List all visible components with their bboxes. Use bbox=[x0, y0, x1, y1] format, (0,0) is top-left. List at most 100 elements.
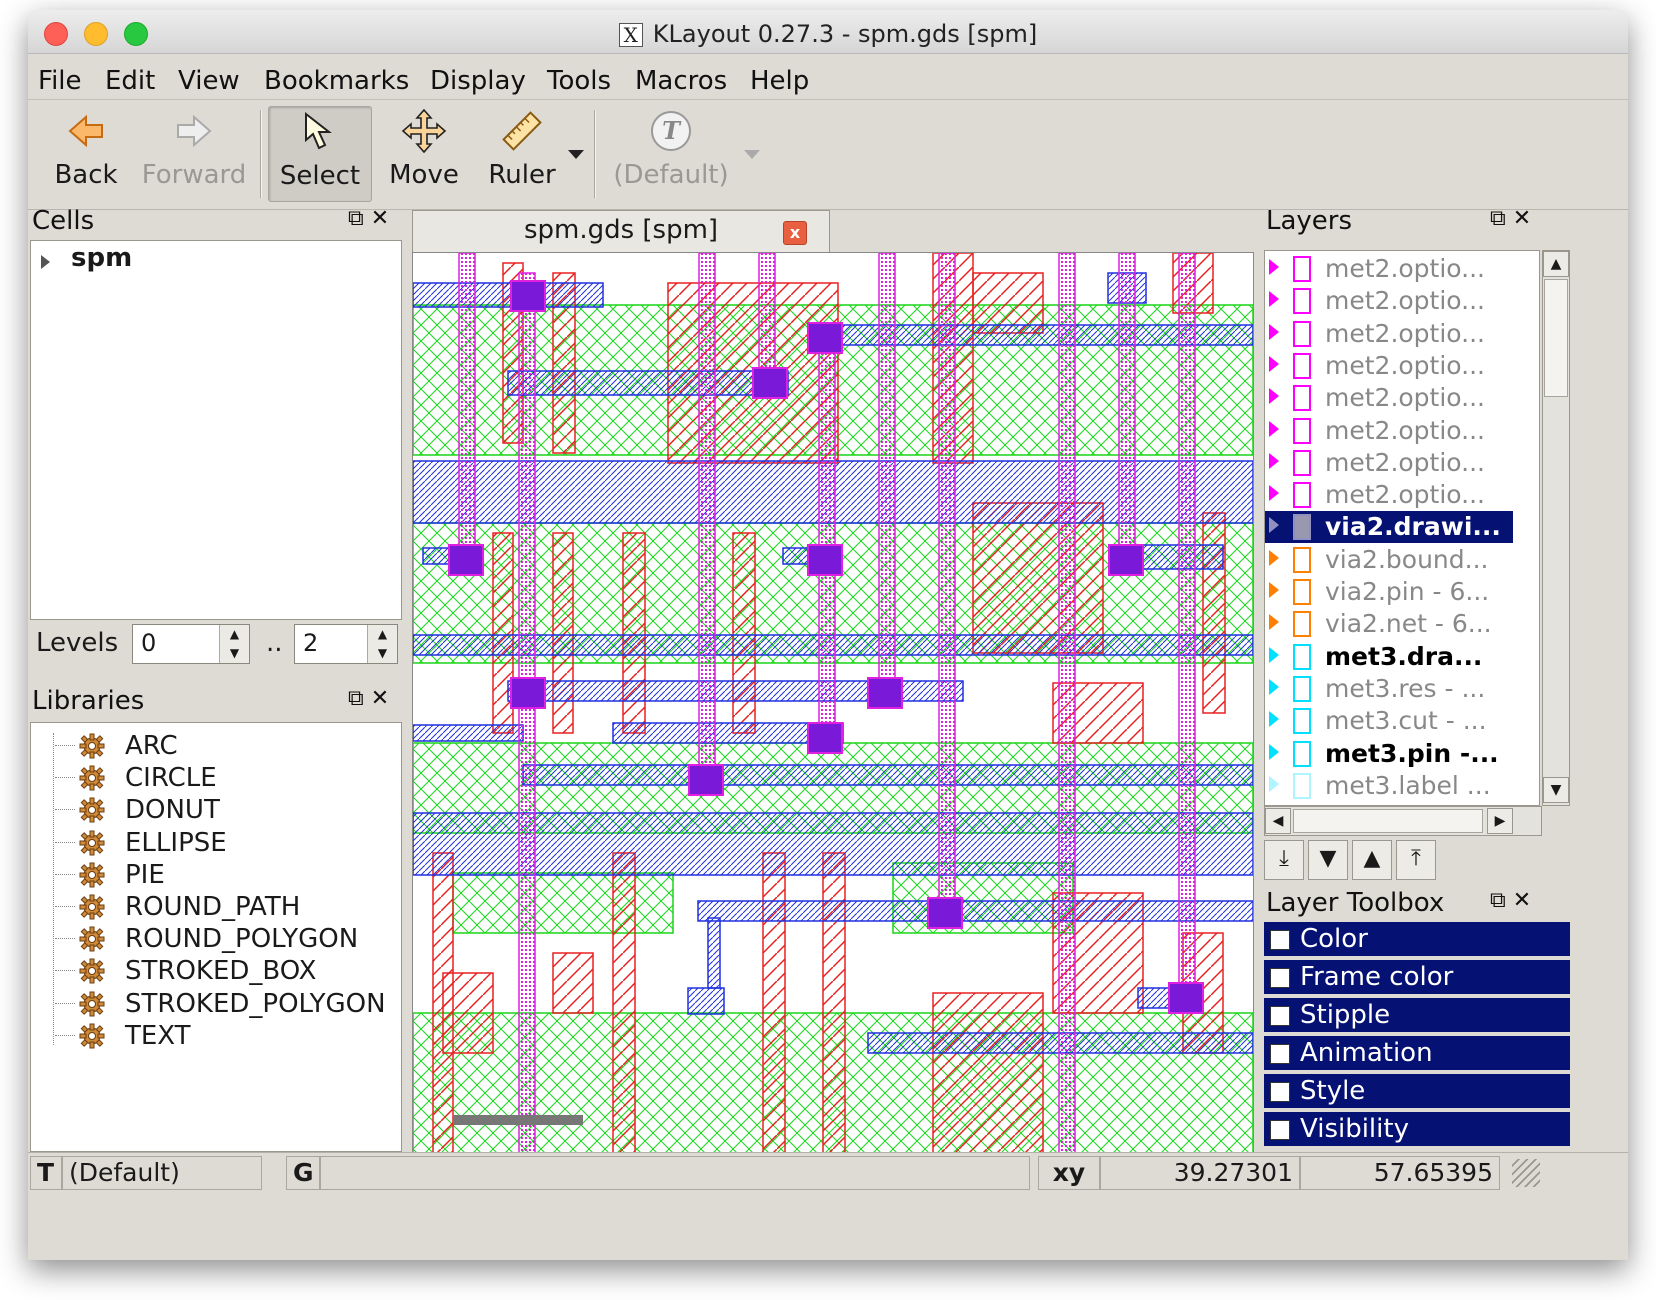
ruler-dropdown-arrow-icon[interactable] bbox=[568, 150, 584, 159]
expand-arrow-icon[interactable] bbox=[1269, 582, 1279, 598]
layers-list[interactable]: met2.optio... met2.optio... met2.optio... m… bbox=[1264, 250, 1540, 806]
expand-checkbox[interactable] bbox=[1270, 968, 1290, 988]
forward-button[interactable]: Forward bbox=[134, 106, 254, 202]
layers-vertical-scrollbar[interactable]: ▲ ▼ bbox=[1542, 250, 1570, 806]
hscroll-thumb[interactable] bbox=[1293, 809, 1483, 833]
cell-spm[interactable]: spm bbox=[71, 243, 132, 273]
toolbox-item[interactable]: Style bbox=[1264, 1074, 1570, 1110]
layout-canvas[interactable] bbox=[412, 252, 1254, 1164]
scroll-left-arrow-icon[interactable]: ◀ bbox=[1265, 808, 1291, 834]
expand-arrow-icon[interactable] bbox=[1269, 549, 1279, 566]
default-dropdown-arrow-icon[interactable] bbox=[744, 150, 760, 159]
move-layer-down-icon[interactable]: ▼ bbox=[1308, 840, 1348, 880]
scroll-thumb[interactable] bbox=[1544, 279, 1568, 397]
tab-close-icon[interactable]: x bbox=[783, 221, 807, 245]
expand-arrow-icon[interactable] bbox=[1269, 291, 1279, 308]
layer-item[interactable]: met2.optio... bbox=[1265, 479, 1513, 511]
levels-from-spinbox[interactable]: 0 ▲ ▼ bbox=[132, 624, 250, 664]
layer-item[interactable]: via2.drawi... bbox=[1265, 511, 1513, 544]
expand-arrow-icon[interactable] bbox=[41, 255, 50, 269]
menu-bookmarks[interactable]: Bookmarks bbox=[264, 66, 409, 96]
close-icon[interactable]: ✕ bbox=[371, 206, 389, 231]
tree-branch-line bbox=[55, 841, 75, 843]
spin-arrows-icon[interactable]: ▲ ▼ bbox=[367, 625, 397, 663]
spin-arrows-icon[interactable]: ▲ ▼ bbox=[219, 625, 249, 663]
expand-arrow-icon[interactable] bbox=[1269, 420, 1279, 437]
menu-view[interactable]: View bbox=[178, 66, 240, 96]
layer-name: via2.bound... bbox=[1325, 544, 1489, 574]
scroll-right-arrow-icon[interactable]: ▶ bbox=[1487, 808, 1513, 834]
layer-item[interactable]: met3.label ... bbox=[1265, 770, 1513, 802]
menu-edit[interactable]: Edit bbox=[105, 66, 155, 96]
expand-arrow-icon[interactable] bbox=[1269, 259, 1279, 275]
layer-item[interactable]: met2.optio... bbox=[1265, 415, 1513, 447]
layer-item[interactable]: met2.optio... bbox=[1265, 253, 1513, 285]
expand-arrow-icon[interactable] bbox=[1269, 452, 1279, 469]
expand-arrow-icon[interactable] bbox=[1269, 775, 1279, 792]
back-button[interactable]: Back bbox=[38, 106, 134, 202]
toolbox-item[interactable]: Visibility bbox=[1264, 1112, 1570, 1148]
expand-arrow-icon[interactable] bbox=[1269, 743, 1279, 760]
libraries-title: Libraries bbox=[32, 686, 145, 716]
menu-display[interactable]: Display bbox=[430, 66, 526, 96]
layer-item[interactable]: met3.pin -... bbox=[1265, 738, 1513, 770]
toolbox-item[interactable]: Color bbox=[1264, 922, 1570, 958]
menu-macros[interactable]: Macros bbox=[635, 66, 727, 96]
layer-item[interactable]: met2.optio... bbox=[1265, 285, 1513, 317]
toolbox-item[interactable]: Frame color bbox=[1264, 960, 1570, 996]
expand-arrow-icon[interactable] bbox=[1269, 711, 1279, 728]
menu-help[interactable]: Help bbox=[750, 66, 809, 96]
menu-tools[interactable]: Tools bbox=[547, 66, 611, 96]
layer-color-swatch bbox=[1293, 482, 1311, 509]
float-icon[interactable]: ⧉ bbox=[348, 686, 364, 711]
menu-file[interactable]: File bbox=[38, 66, 82, 96]
expand-checkbox[interactable] bbox=[1270, 1044, 1290, 1064]
resize-grip-icon[interactable] bbox=[1512, 1159, 1540, 1187]
layer-item[interactable]: met3.dra... bbox=[1265, 641, 1513, 673]
move-layer-bottom-icon[interactable]: ⤓ bbox=[1264, 840, 1304, 880]
text-default-button[interactable]: T (Default) bbox=[606, 106, 736, 202]
layers-horizontal-scrollbar[interactable]: ◀ ▶ bbox=[1264, 806, 1542, 836]
libraries-tree[interactable]: ARC CIRCLE DONUT ELLIPSE PIE ROUND_PATH ROUND_… bbox=[30, 722, 402, 1152]
layer-item[interactable]: via2.bound... bbox=[1265, 544, 1513, 576]
layer-item[interactable]: met3.cut - ... bbox=[1265, 705, 1513, 737]
levels-to-spinbox[interactable]: 2 ▲ ▼ bbox=[294, 624, 398, 664]
move-layer-up-icon[interactable]: ▲ bbox=[1352, 840, 1392, 880]
expand-arrow-icon[interactable] bbox=[1269, 614, 1279, 631]
move-tool-button[interactable]: Move bbox=[376, 106, 472, 202]
move-layer-top-icon[interactable]: ⤒ bbox=[1396, 840, 1436, 880]
layer-item[interactable]: met2.optio... bbox=[1265, 447, 1513, 479]
expand-arrow-icon[interactable] bbox=[1269, 323, 1279, 340]
expand-checkbox[interactable] bbox=[1270, 930, 1290, 950]
layer-item[interactable]: met3.res - ... bbox=[1265, 673, 1513, 705]
layer-item[interactable]: met2.optio... bbox=[1265, 318, 1513, 350]
layer-item[interactable]: met2.optio... bbox=[1265, 350, 1513, 382]
layer-item[interactable]: via2.pin - 6... bbox=[1265, 576, 1513, 608]
expand-checkbox[interactable] bbox=[1270, 1082, 1290, 1102]
layer-item[interactable]: via2.net - 6... bbox=[1265, 608, 1513, 640]
close-icon[interactable]: ✕ bbox=[1513, 888, 1531, 913]
expand-arrow-icon[interactable] bbox=[1269, 517, 1279, 534]
select-tool-button[interactable]: Select bbox=[268, 106, 372, 202]
close-icon[interactable]: ✕ bbox=[1513, 206, 1531, 231]
float-icon[interactable]: ⧉ bbox=[1490, 888, 1506, 913]
expand-arrow-icon[interactable] bbox=[1269, 678, 1279, 695]
cells-tree[interactable]: spm bbox=[30, 240, 402, 620]
tab-spm[interactable]: spm.gds [spm] x bbox=[412, 210, 830, 252]
float-icon[interactable]: ⧉ bbox=[348, 206, 364, 231]
expand-arrow-icon[interactable] bbox=[1269, 388, 1279, 405]
scroll-down-arrow-icon[interactable]: ▼ bbox=[1543, 777, 1569, 803]
close-icon[interactable]: ✕ bbox=[371, 686, 389, 711]
expand-arrow-icon[interactable] bbox=[1269, 485, 1279, 502]
expand-checkbox[interactable] bbox=[1270, 1120, 1290, 1140]
scroll-up-arrow-icon[interactable]: ▲ bbox=[1543, 251, 1569, 277]
float-icon[interactable]: ⧉ bbox=[1490, 206, 1506, 231]
toolbox-item[interactable]: Stipple bbox=[1264, 998, 1570, 1034]
expand-checkbox[interactable] bbox=[1270, 1006, 1290, 1026]
gear-icon bbox=[79, 765, 105, 791]
toolbox-item[interactable]: Animation bbox=[1264, 1036, 1570, 1072]
expand-arrow-icon[interactable] bbox=[1269, 646, 1279, 663]
ruler-tool-button[interactable]: Ruler bbox=[474, 106, 570, 202]
expand-arrow-icon[interactable] bbox=[1269, 355, 1279, 372]
layer-item[interactable]: met2.optio... bbox=[1265, 382, 1513, 414]
